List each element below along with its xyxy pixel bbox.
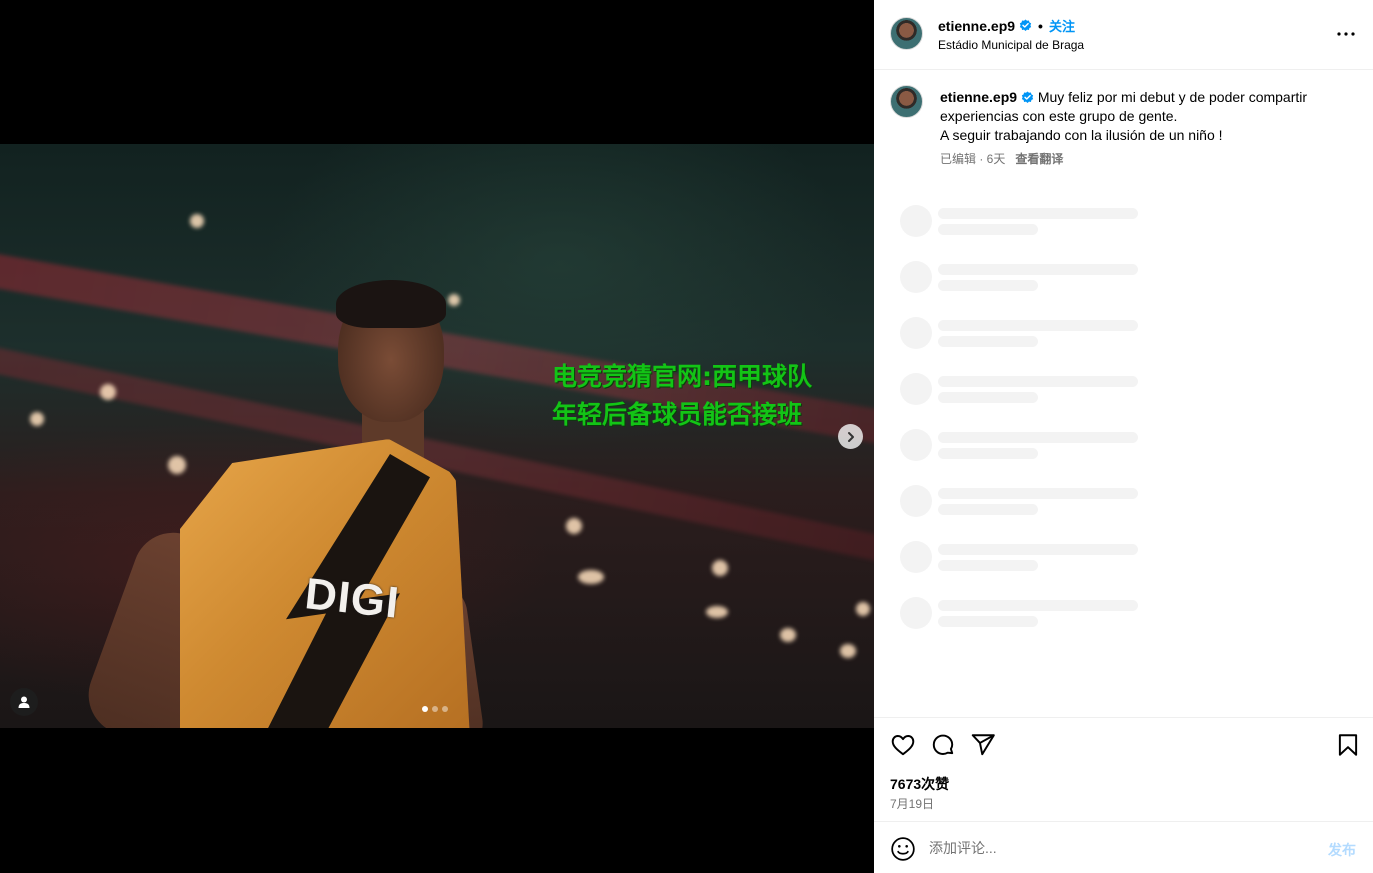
stadium-light <box>712 560 728 576</box>
stadium-light <box>566 518 582 534</box>
post-comment-button[interactable]: 发布 <box>1328 840 1356 860</box>
stadium-light <box>30 412 44 426</box>
stadium-light <box>840 644 856 658</box>
avatar[interactable] <box>890 17 923 50</box>
username-link[interactable]: etienne.ep9 <box>938 18 1015 34</box>
verified-badge-icon <box>1021 91 1034 103</box>
carousel-dot <box>432 706 438 712</box>
more-horizontal-icon <box>1337 32 1355 36</box>
comment-icon <box>932 734 954 755</box>
next-slide-button[interactable] <box>838 424 863 449</box>
post-detail-panel: etienne.ep9 • 关注 Estádio Municipal de Br… <box>874 0 1373 873</box>
header-user-row: etienne.ep9 • 关注 <box>938 16 1075 35</box>
location-link[interactable]: Estádio Municipal de Braga <box>938 38 1084 52</box>
comment-button[interactable] <box>930 732 956 758</box>
stadium-light <box>706 606 728 618</box>
translate-link[interactable]: 查看翻译 <box>1015 150 1063 167</box>
like-button[interactable] <box>890 732 916 758</box>
emoji-icon <box>891 837 915 861</box>
follow-button[interactable]: 关注 <box>1049 16 1075 35</box>
caption-text-line2: A seguir trabajando con la ilusión de un… <box>940 127 1223 143</box>
stadium-light <box>856 602 870 616</box>
save-button[interactable] <box>1335 732 1361 758</box>
user-tag-icon <box>18 696 30 708</box>
share-button[interactable] <box>970 732 996 758</box>
carousel-indicator <box>422 706 448 712</box>
edited-timestamp: 已编辑 · 6天 <box>940 152 1006 166</box>
carousel-dot <box>442 706 448 712</box>
send-icon <box>971 734 995 756</box>
stadium-light <box>780 628 796 642</box>
carousel-dot <box>422 706 428 712</box>
player-hair <box>336 280 446 328</box>
emoji-button[interactable] <box>890 836 916 862</box>
caption-avatar[interactable] <box>890 85 923 118</box>
heart-icon <box>891 735 915 756</box>
post-date: 7月19日 <box>890 797 935 811</box>
caption-meta: 已编辑 · 6天 查看翻译 <box>940 150 1063 167</box>
comment-bar: 发布 <box>874 821 1373 873</box>
comment-input[interactable] <box>929 836 1309 860</box>
stadium-light <box>578 570 604 584</box>
chevron-right-icon <box>847 431 854 442</box>
post-header: etienne.ep9 • 关注 Estádio Municipal de Br… <box>874 0 1373 70</box>
separator-dot: • <box>1038 17 1043 34</box>
post-caption: etienne.ep9 Muy feliz por mi debut y de … <box>940 88 1350 145</box>
verified-badge-icon <box>1019 19 1032 31</box>
action-bar: 7673次赞 7月19日 <box>874 717 1373 821</box>
overlay-headline: 电竞竞猜官网:西甲球队年轻后备球员能否接班 <box>552 362 812 429</box>
stadium-light <box>190 214 204 228</box>
tagged-users-button[interactable] <box>10 688 38 716</box>
more-options-button[interactable] <box>1334 24 1358 44</box>
media-viewer: DIGI 电竞竞猜官网:西甲球队年轻后备球员能否接班 <box>0 0 874 873</box>
post-photo: DIGI <box>0 144 874 728</box>
caption-username[interactable]: etienne.ep9 <box>940 89 1017 105</box>
jersey-sponsor: DIGI <box>302 569 402 628</box>
like-count[interactable]: 7673次赞 <box>890 774 949 794</box>
football-player: DIGI <box>77 280 500 728</box>
bookmark-icon <box>1338 734 1358 756</box>
